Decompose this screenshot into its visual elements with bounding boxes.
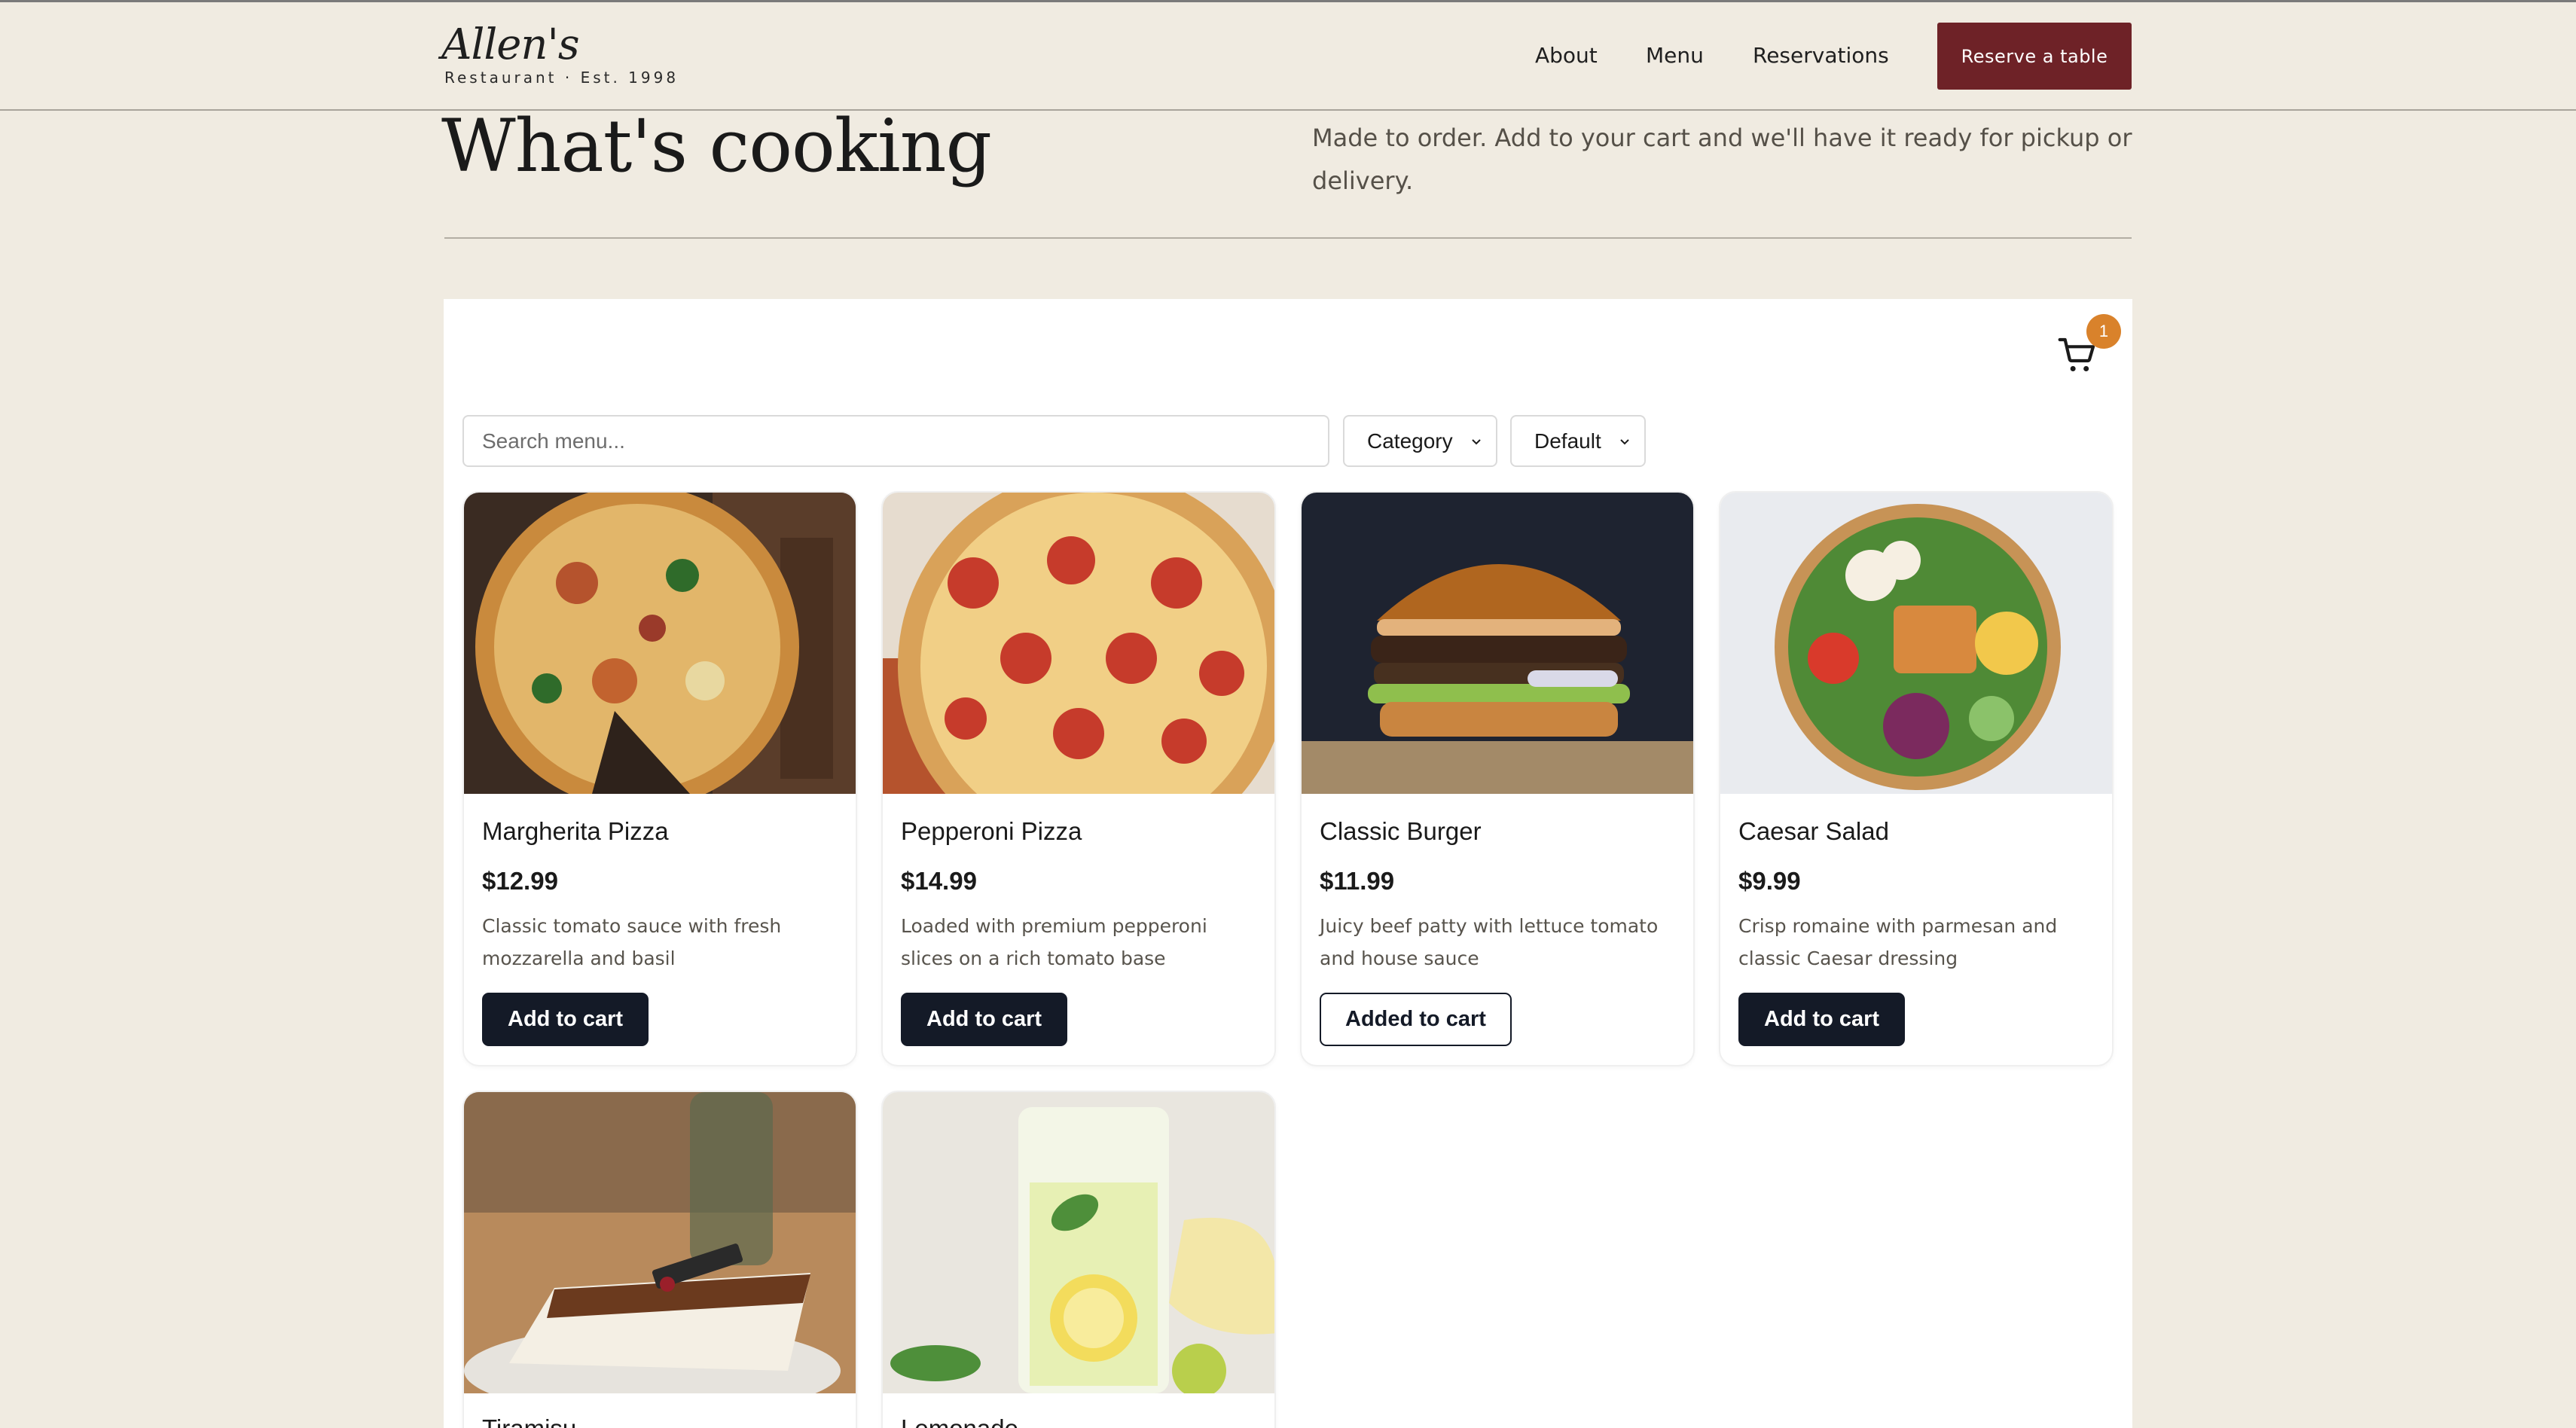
category-select[interactable]: Category [1343,415,1497,467]
menu-card-classic-burger: Classic Burger $11.99 Juicy beef patty w… [1300,491,1695,1066]
menu-item-image [883,493,1274,794]
menu-item-name: Lemonade [901,1414,1018,1428]
menu-item-image [464,1092,856,1393]
menu-item-image [1302,493,1693,794]
cart-count-badge: 1 [2086,314,2121,349]
menu-card-lemonade: Lemonade [881,1091,1276,1428]
add-to-cart-button[interactable]: Add to cart [901,993,1068,1046]
menu-card-pepperoni-pizza: Pepperoni Pizza $14.99 Loaded with premi… [881,491,1276,1066]
menu-item-price: $12.99 [482,867,558,895]
section-divider [444,237,2132,239]
category-select-value: Category [1367,429,1453,453]
menu-card-caesar-salad: Caesar Salad $9.99 Crisp romaine with pa… [1719,491,2114,1066]
menu-item-price: $9.99 [1738,867,1801,895]
nav-reservations[interactable]: Reservations [1753,43,1889,68]
menu-item-name: Classic Burger [1320,817,1482,845]
chevron-down-icon [1472,439,1481,445]
menu-card-tiramisu: Tiramisu [462,1091,857,1428]
menu-item-description: Juicy beef patty with lettuce tomato and… [1320,915,1659,969]
nav-about[interactable]: About [1535,43,1598,68]
add-to-cart-button[interactable]: Add to cart [482,993,649,1046]
sort-select[interactable]: Default [1510,415,1646,467]
nav-menu[interactable]: Menu [1646,43,1704,68]
menu-item-image [883,1092,1274,1393]
menu-item-name: Pepperoni Pizza [901,817,1082,845]
added-to-cart-button[interactable]: Added to cart [1320,993,1512,1046]
menu-item-description: Crisp romaine with parmesan and classic … [1738,915,2058,969]
menu-card-margherita-pizza: Margherita Pizza $12.99 Classic tomato s… [462,491,857,1066]
menu-item-name: Margherita Pizza [482,817,669,845]
menu-item-name: Tiramisu [482,1414,576,1428]
add-to-cart-button[interactable]: Add to cart [1738,993,1906,1046]
menu-item-image [464,493,856,794]
page-intro: Made to order. Add to your cart and we'l… [1312,124,2132,195]
sort-select-value: Default [1534,429,1601,453]
reserve-table-button[interactable]: Reserve a table [1937,23,2132,90]
menu-item-description: Loaded with premium pepperoni slices on … [901,915,1207,969]
chevron-down-icon [1620,439,1629,445]
menu-item-name: Caesar Salad [1738,817,1889,845]
menu-item-price: $11.99 [1320,867,1395,895]
page-title: What's cooking [441,104,992,188]
brand-tagline: Restaurant · Est. 1998 [444,69,679,87]
brand-logo[interactable]: Allen's [441,20,580,69]
menu-item-price: $14.99 [901,867,977,895]
menu-item-image [1720,493,2112,794]
menu-item-description: Classic tomato sauce with fresh mozzarel… [482,915,782,969]
search-input[interactable] [462,415,1329,467]
site-header: Allen's Restaurant · Est. 1998 About Men… [0,2,2576,111]
